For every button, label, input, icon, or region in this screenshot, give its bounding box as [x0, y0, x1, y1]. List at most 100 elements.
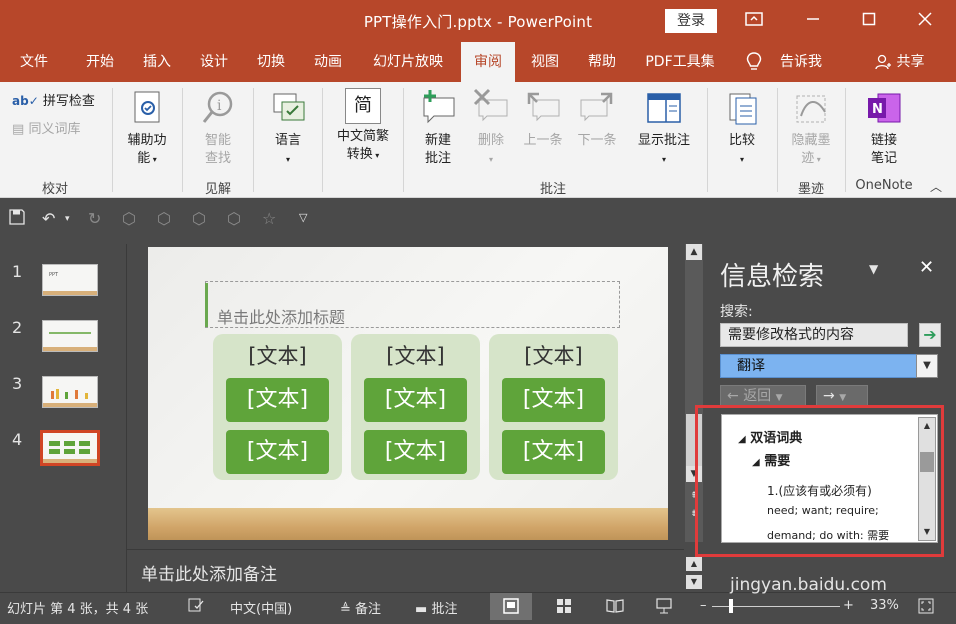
slide-number: 1 — [12, 262, 23, 281]
tab-view[interactable]: 视图 — [521, 42, 569, 82]
notes-placeholder[interactable]: 单击此处添加备注 — [141, 560, 277, 585]
ribbon-display-options-icon[interactable] — [741, 8, 767, 34]
slide-number: 2 — [12, 318, 23, 337]
start-search-icon[interactable]: ➔ — [919, 323, 941, 347]
content-column[interactable]: [文本] [文本] [文本] — [351, 334, 480, 480]
notes-scrollbar[interactable]: ▲ ▼ — [686, 557, 702, 589]
slide-thumbnail-1[interactable]: PPT — [42, 264, 98, 296]
new-comment-label-1: 新建 — [424, 133, 451, 148]
collapse-ribbon-icon[interactable]: ︿ — [930, 178, 942, 195]
chevron-down-icon: ▾ — [372, 151, 380, 160]
tab-home[interactable]: 开始 — [76, 42, 124, 82]
tab-file[interactable]: 文件 — [10, 42, 58, 82]
text-box[interactable]: [文本] — [502, 378, 605, 422]
zoom-slider-thumb[interactable] — [729, 599, 733, 613]
language-status[interactable]: 中文(中国) — [230, 598, 292, 617]
notes-icon: ≜ — [340, 602, 351, 617]
text-box[interactable]: [文本] — [226, 378, 329, 422]
share-button[interactable]: 共享 — [874, 42, 924, 82]
lightbulb-icon[interactable] — [746, 42, 762, 82]
tell-me-box[interactable]: 告诉我 — [780, 42, 822, 82]
service-select[interactable]: 翻译 — [720, 354, 938, 378]
text-box[interactable]: [文本] — [364, 378, 467, 422]
hide-ink-label-1: 隐藏墨 — [791, 133, 831, 148]
pane-options-icon[interactable]: ▼ — [869, 262, 878, 276]
scroll-down-icon[interactable]: ▼ — [686, 575, 702, 589]
content-column[interactable]: [文本] [文本] [文本] — [489, 334, 618, 480]
new-comment-button[interactable]: 新建 批注 — [410, 88, 466, 168]
linked-notes-button[interactable]: N 链接 笔记 — [852, 88, 916, 168]
zoom-out-icon[interactable]: – — [700, 598, 707, 613]
compare-button[interactable]: 比较 ▾ — [714, 88, 770, 169]
smart-lookup-button[interactable]: i 智能 查找 — [190, 88, 246, 168]
redo-icon[interactable]: ↻ — [88, 209, 101, 228]
notes-toggle[interactable]: ≜ 备注 — [340, 598, 381, 617]
comments-toggle-label: 批注 — [431, 602, 458, 617]
text-box[interactable]: [文本] — [226, 430, 329, 474]
text-box[interactable]: [文本] — [364, 430, 467, 474]
notes-divider[interactable] — [126, 549, 684, 550]
save-icon[interactable] — [9, 209, 25, 229]
cube-icon[interactable]: ⬡ — [192, 209, 206, 228]
tab-review[interactable]: 审阅 — [461, 42, 515, 82]
maximize-icon[interactable] — [856, 8, 882, 34]
forward-button[interactable]: → ▼ — [816, 385, 868, 407]
customize-toolbar-icon[interactable]: ▽ — [299, 211, 307, 224]
accessibility-status-icon[interactable] — [188, 598, 204, 616]
status-bar: 幻灯片 第 4 张，共 4 张 中文(中国) ≜ 备注 ▬ 批注 – + 33% — [0, 592, 956, 620]
minimize-icon[interactable] — [800, 8, 826, 34]
group-separator — [777, 88, 778, 192]
slide-canvas[interactable]: 单击此处添加标题 [文本] [文本] [文本] [文本] [文本] [文本] [… — [148, 247, 668, 540]
tab-design[interactable]: 设计 — [190, 42, 238, 82]
search-input[interactable]: 需要修改格式的内容 — [720, 323, 908, 347]
cube-icon[interactable]: ⬡ — [122, 209, 136, 228]
accessibility-label-2: 能 — [137, 151, 151, 166]
zoom-level[interactable]: 33% — [870, 598, 899, 613]
comments-toggle[interactable]: ▬ 批注 — [415, 598, 457, 617]
slide-thumbnail-3[interactable] — [42, 376, 98, 408]
tab-slideshow[interactable]: 幻灯片放映 — [362, 42, 454, 82]
scroll-up-icon[interactable]: ▲ — [686, 244, 702, 260]
language-button[interactable]: 语言 ▾ — [262, 88, 314, 169]
tab-help[interactable]: 帮助 — [578, 42, 626, 82]
group-label-insights: 见解 — [204, 182, 231, 197]
scroll-up-icon[interactable]: ▲ — [686, 557, 702, 571]
tab-pdf-tools[interactable]: PDF工具集 — [636, 42, 724, 82]
chevron-down-icon[interactable]: ▾ — [65, 214, 70, 224]
normal-view-button[interactable] — [490, 593, 532, 620]
chevron-down-icon[interactable]: ▼ — [916, 354, 938, 378]
close-window-icon[interactable] — [912, 8, 938, 34]
slide-sorter-view-icon[interactable] — [556, 598, 572, 618]
login-button[interactable]: 登录 — [665, 9, 717, 33]
slide-thumbnail-4[interactable] — [40, 430, 100, 466]
reading-view-icon[interactable] — [606, 598, 624, 618]
chinese-conversion-button[interactable]: 简 中文简繁 转换 ▾ — [328, 88, 398, 165]
show-comments-button[interactable]: 显示批注 ▾ — [630, 88, 698, 169]
thesaurus-button[interactable]: ▤ 同义词库 — [12, 118, 80, 137]
zoom-in-icon[interactable]: + — [843, 598, 854, 613]
language-icon — [268, 88, 308, 128]
slide-thumbnail-2[interactable] — [42, 320, 98, 352]
delete-comment-button[interactable]: 删除 ▾ — [466, 88, 516, 169]
chinese-conversion-label-1: 中文简繁 — [336, 129, 389, 144]
hide-ink-button[interactable]: 隐藏墨 迹 ▾ — [782, 88, 840, 169]
tab-transitions[interactable]: 切换 — [247, 42, 295, 82]
tab-insert[interactable]: 插入 — [133, 42, 181, 82]
accessibility-check-button[interactable]: 辅助功 能 ▾ — [118, 88, 176, 169]
content-column[interactable]: [文本] [文本] [文本] — [213, 334, 342, 480]
text-box[interactable]: [文本] — [502, 430, 605, 474]
previous-comment-button[interactable]: 上一条 — [516, 88, 570, 150]
chevron-down-icon: ▼ — [775, 393, 783, 403]
fit-to-window-icon[interactable] — [918, 598, 934, 618]
spell-check-button[interactable]: ab✓ 拼写检查 — [12, 90, 95, 109]
watermark-text: jingyan.baidu.com — [730, 575, 887, 595]
cube-web-icon[interactable]: ⬡ — [227, 209, 241, 228]
close-icon[interactable]: ✕ — [919, 257, 934, 278]
back-button[interactable]: ← 返回 ▼ — [720, 385, 806, 407]
cube-icon[interactable]: ⬡ — [157, 209, 171, 228]
tab-animations[interactable]: 动画 — [304, 42, 352, 82]
slideshow-view-icon[interactable] — [655, 598, 673, 618]
star-frame-icon[interactable]: ☆ — [262, 209, 276, 228]
next-comment-button[interactable]: 下一条 — [570, 88, 624, 150]
undo-icon[interactable]: ↶ — [42, 209, 55, 228]
